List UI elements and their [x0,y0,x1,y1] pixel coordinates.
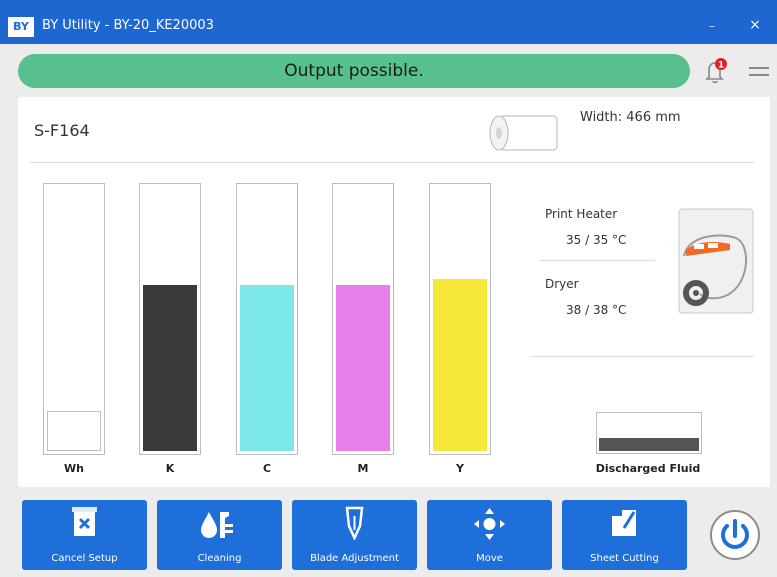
ink-level-wh [47,411,101,451]
notification-button[interactable]: 1 [704,57,728,85]
divider [30,162,754,163]
ink-tank-m [332,183,394,455]
power-icon [721,519,749,549]
media-roll-icon [487,114,559,152]
cancel-setup-button[interactable]: Cancel Setup [22,500,147,570]
ink-level-y [433,279,487,451]
ink-tank-k [139,183,201,455]
close-button[interactable]: × [746,16,764,34]
ink-level-m [336,285,390,451]
move-button[interactable]: Move [427,500,552,570]
ink-label-k: K [165,462,175,475]
divider [540,260,655,261]
cleaning-button[interactable]: Cleaning [157,500,282,570]
ink-level-c [240,285,294,451]
print-heater-label: Print Heater [545,207,618,221]
discharged-fluid-level [599,438,699,451]
title-bar: BY BY Utility - BY-20_KE20003 – × [0,0,777,44]
media-name: S-F164 [34,121,90,140]
cancel-setup-label: Cancel Setup [51,553,118,564]
power-button[interactable] [710,510,760,560]
window-title: BY Utility - BY-20_KE20003 [42,18,214,33]
ink-tank-c [236,183,298,455]
menu-button[interactable] [747,62,771,82]
print-heater-value: 35 / 35 °C [566,233,627,247]
dryer-value: 38 / 38 °C [566,303,627,317]
blade-adjustment-icon [345,506,364,540]
ink-label-c: C [262,462,272,475]
ink-label-wh: Wh [64,462,84,475]
cleaning-icon [201,512,233,538]
ink-level-k [143,285,197,451]
notification-badge: 1 [718,61,724,71]
minimize-button[interactable]: – [704,18,720,34]
discharged-fluid-tank [596,412,702,454]
printer-diagram-icon [678,208,754,314]
hamburger-icon [749,67,769,76]
cleaning-label: Cleaning [197,553,242,564]
bell-icon: 1 [705,58,727,84]
move-icon [474,508,505,540]
ink-tank-y [429,183,491,455]
discharged-fluid-label: Discharged Fluid [595,462,701,475]
dryer-label: Dryer [545,277,579,291]
blade-adjustment-button[interactable]: Blade Adjustment [292,500,417,570]
cancel-setup-icon [72,507,97,536]
ink-label-y: Y [456,462,464,475]
move-label: Move [476,553,503,564]
app-logo: BY [8,17,34,37]
ink-tank-wh [43,183,105,455]
status-bar: Output possible. [18,54,690,88]
media-width: Width: 466 mm [580,110,681,125]
sheet-cutting-label: Sheet Cutting [590,553,659,564]
divider [530,356,754,357]
ink-label-m: M [357,462,369,475]
sheet-cutting-icon [612,510,636,536]
blade-adjustment-label: Blade Adjustment [310,553,399,564]
sheet-cutting-button[interactable]: Sheet Cutting [562,500,687,570]
